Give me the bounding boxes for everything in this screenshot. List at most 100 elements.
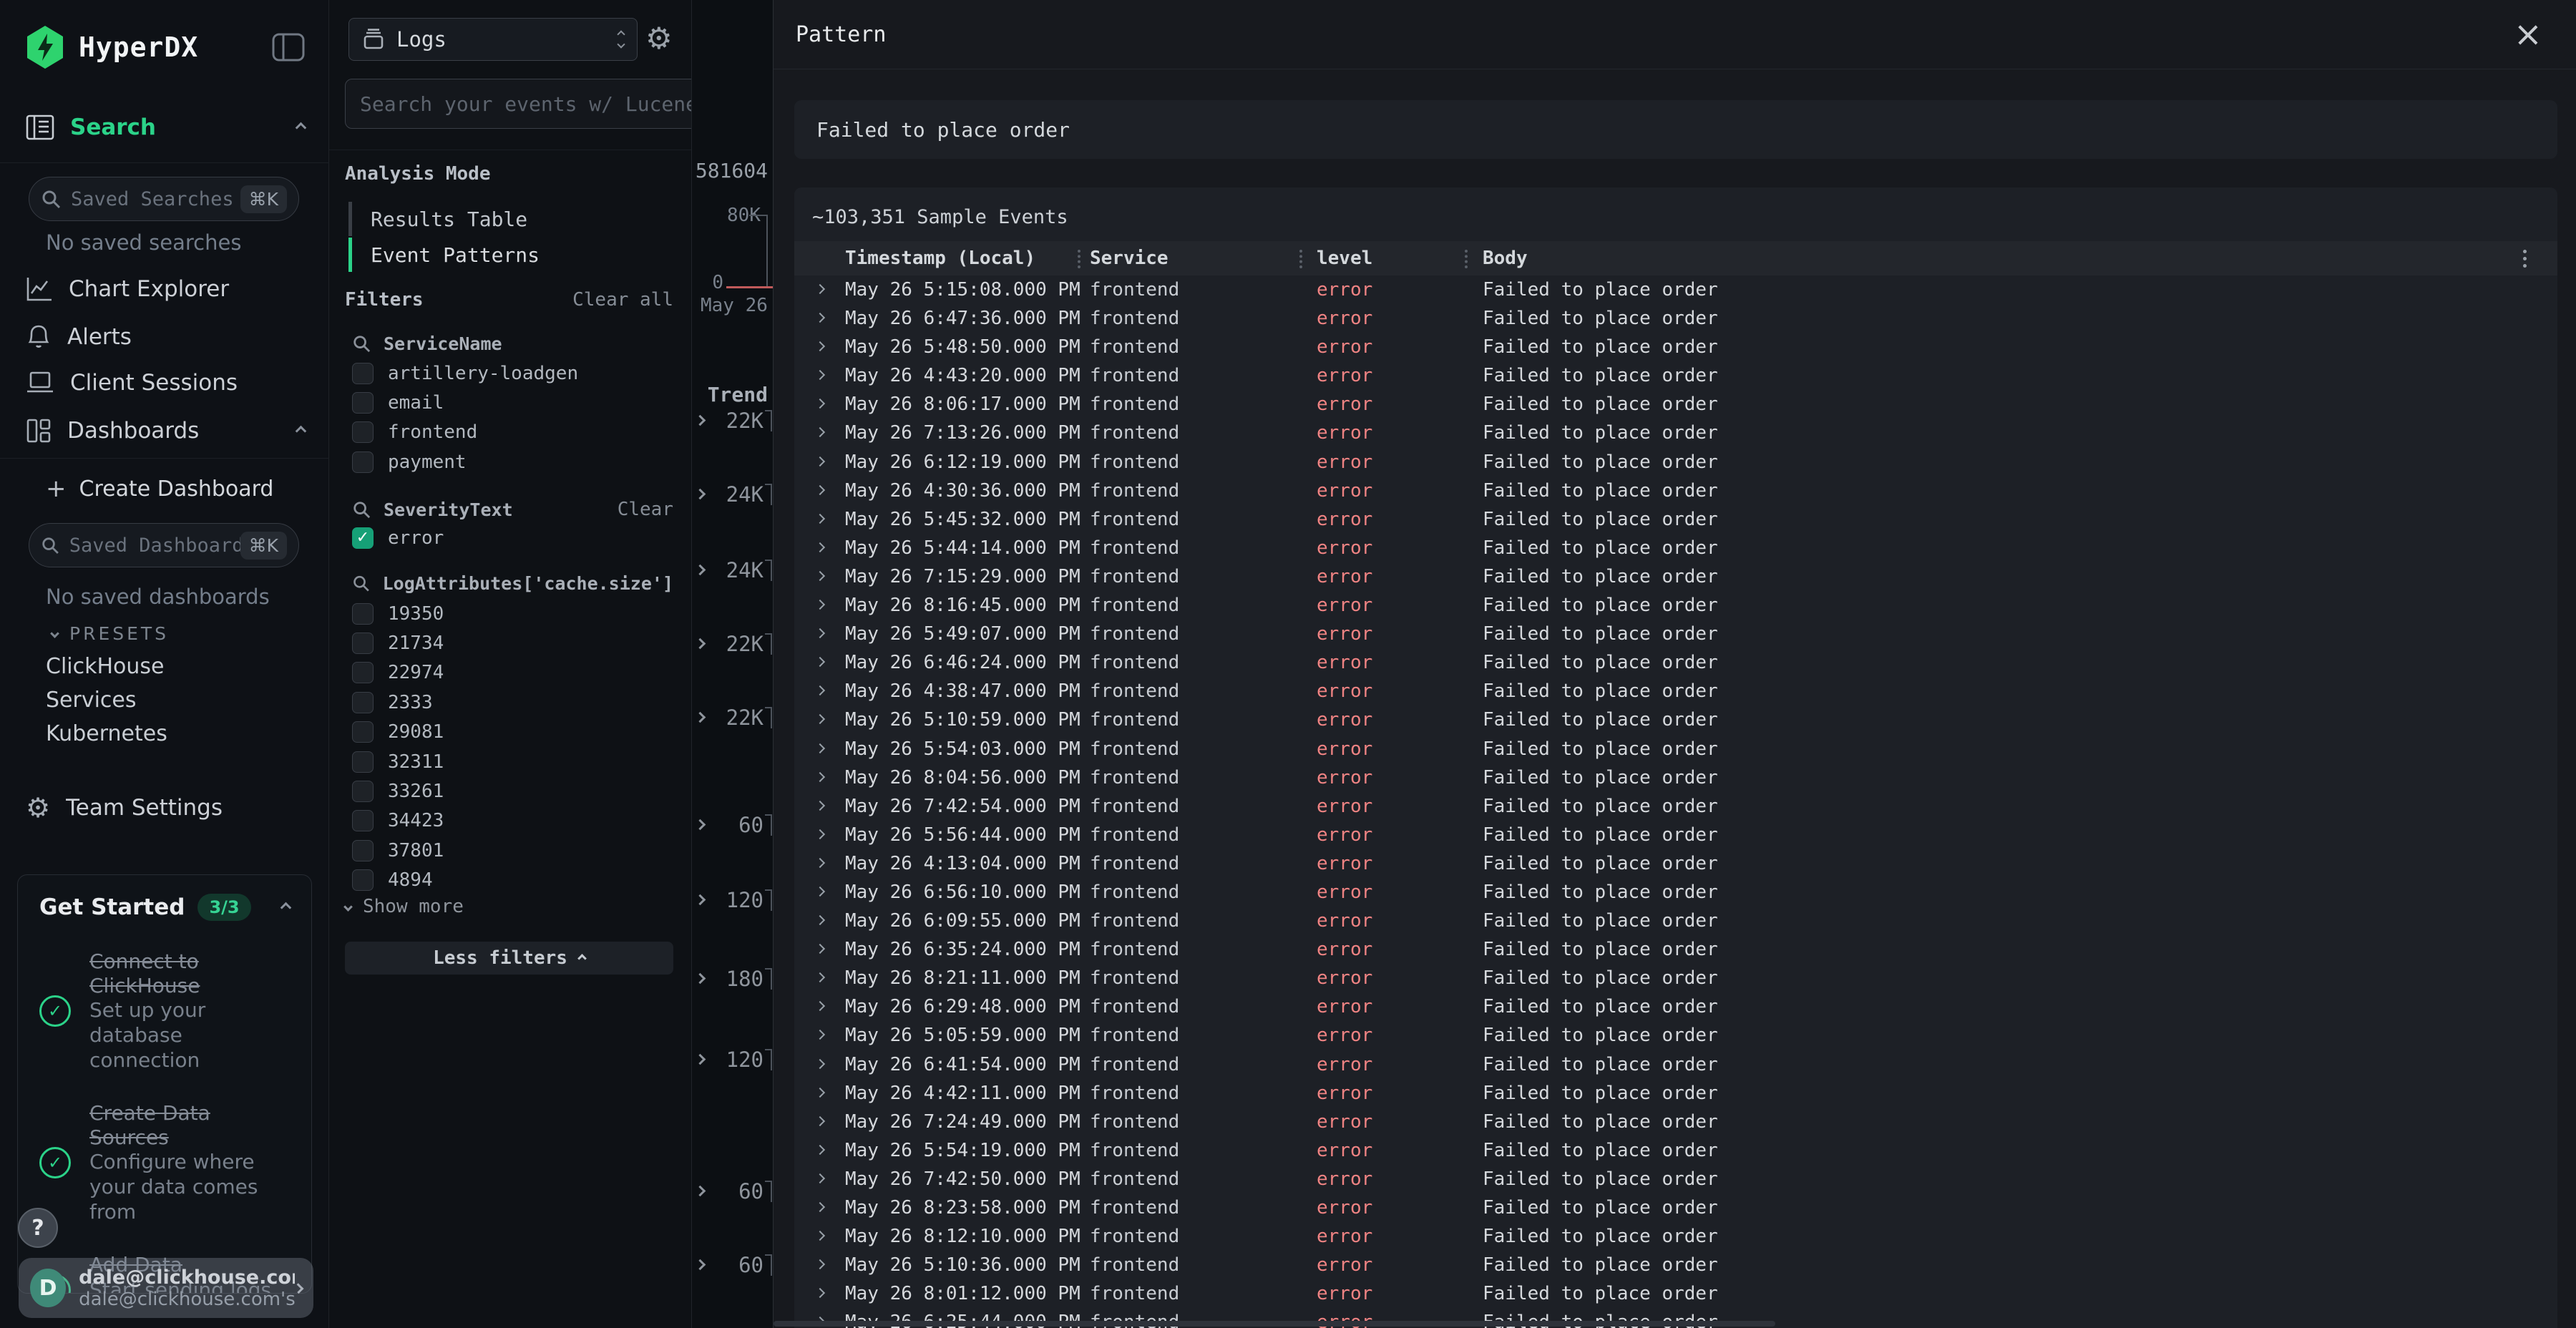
filter-option[interactable]: 29081	[352, 718, 673, 747]
horizontal-scrollbar[interactable]	[774, 1321, 1775, 1327]
preset-services[interactable]: Services	[46, 684, 282, 716]
sample-event-row[interactable]: May 26 6:46:24.000 PMfrontenderrorFailed…	[794, 648, 2557, 677]
chevron-right-icon[interactable]	[815, 1231, 825, 1241]
get-started-item[interactable]: ✓ Create Data Sources Configure where yo…	[39, 1101, 290, 1224]
sample-event-row[interactable]: May 26 5:10:36.000 PMfrontenderrorFailed…	[794, 1251, 2557, 1279]
chevron-right-icon[interactable]	[815, 485, 825, 495]
checkbox[interactable]	[352, 451, 374, 473]
checkbox[interactable]	[352, 721, 374, 743]
chevron-right-icon[interactable]	[695, 638, 706, 650]
pattern-row[interactable]: 22K	[692, 703, 774, 733]
chevron-right-icon[interactable]	[815, 514, 825, 524]
chevron-right-icon[interactable]	[815, 341, 825, 351]
chevron-right-icon[interactable]	[815, 1001, 825, 1011]
chevron-right-icon[interactable]	[695, 415, 706, 426]
checkbox[interactable]	[352, 633, 374, 654]
chevron-right-icon[interactable]	[815, 657, 825, 667]
pattern-row[interactable]: 22K	[692, 406, 774, 436]
sample-event-row[interactable]: May 26 8:12:10.000 PMfrontenderrorFailed…	[794, 1222, 2557, 1251]
checkbox[interactable]	[352, 662, 374, 683]
filter-option[interactable]: 32311	[352, 747, 673, 776]
column-resize-handle[interactable]	[1299, 250, 1302, 268]
filter-option[interactable]: 37801	[352, 836, 673, 865]
checkbox[interactable]	[352, 810, 374, 831]
clear-link[interactable]: Clear	[618, 499, 673, 520]
sample-event-row[interactable]: May 26 5:56:44.000 PMfrontenderrorFailed…	[794, 821, 2557, 849]
chevron-right-icon[interactable]	[815, 972, 825, 982]
filter-option[interactable]: 22974	[352, 658, 673, 688]
pattern-row[interactable]: 120	[692, 885, 774, 915]
chevron-right-icon[interactable]	[815, 1116, 825, 1126]
chevron-right-icon[interactable]	[815, 858, 825, 868]
chevron-right-icon[interactable]	[815, 427, 825, 437]
chevron-right-icon[interactable]	[815, 887, 825, 897]
filter-option[interactable]: payment	[352, 447, 673, 477]
chevron-right-icon[interactable]	[815, 743, 825, 753]
filter-option[interactable]: ✓error	[352, 523, 673, 552]
sample-event-row[interactable]: May 26 7:13:26.000 PMfrontenderrorFailed…	[794, 419, 2557, 447]
checkbox[interactable]	[352, 692, 374, 713]
chevron-right-icon[interactable]	[815, 1030, 825, 1040]
pattern-row[interactable]: 120	[692, 1045, 774, 1075]
checkbox[interactable]	[352, 840, 374, 861]
filter-option[interactable]: frontend	[352, 418, 673, 447]
checkbox[interactable]	[352, 421, 374, 443]
filter-option[interactable]: 34423	[352, 806, 673, 836]
sample-event-row[interactable]: May 26 6:12:19.000 PMfrontenderrorFailed…	[794, 448, 2557, 477]
sample-event-row[interactable]: May 26 8:06:17.000 PMfrontenderrorFailed…	[794, 390, 2557, 419]
chevron-up-icon[interactable]	[280, 902, 292, 913]
pattern-row[interactable]: 60	[692, 810, 774, 840]
filter-option[interactable]: 4894	[352, 866, 673, 895]
sample-event-row[interactable]: May 26 7:42:54.000 PMfrontenderrorFailed…	[794, 792, 2557, 821]
chevron-right-icon[interactable]	[815, 284, 825, 294]
chevron-right-icon[interactable]	[815, 571, 825, 581]
sample-event-row[interactable]: May 26 4:38:47.000 PMfrontenderrorFailed…	[794, 677, 2557, 706]
checkbox[interactable]	[352, 751, 374, 773]
chevron-right-icon[interactable]	[695, 712, 706, 723]
filter-option[interactable]: 33261	[352, 776, 673, 806]
chevron-right-icon[interactable]	[815, 801, 825, 811]
chevron-right-icon[interactable]	[815, 1202, 825, 1212]
chevron-right-icon[interactable]	[815, 628, 825, 638]
sample-event-row[interactable]: May 26 8:21:11.000 PMfrontenderrorFailed…	[794, 964, 2557, 992]
chevron-right-icon[interactable]	[815, 1288, 825, 1298]
sample-event-row[interactable]: May 26 5:15:08.000 PMfrontenderrorFailed…	[794, 275, 2557, 304]
sample-event-row[interactable]: May 26 8:23:58.000 PMfrontenderrorFailed…	[794, 1193, 2557, 1222]
sample-event-row[interactable]: May 26 4:13:04.000 PMfrontenderrorFailed…	[794, 849, 2557, 878]
sample-event-row[interactable]: May 26 5:10:59.000 PMfrontenderrorFailed…	[794, 706, 2557, 734]
checkbox[interactable]	[352, 392, 374, 414]
chevron-right-icon[interactable]	[695, 1054, 706, 1065]
column-header-service[interactable]: Service	[1090, 241, 1169, 275]
sidebar-item-team-settings[interactable]: ⚙ Team Settings	[26, 789, 305, 826]
column-header-body[interactable]: Body	[1483, 241, 1528, 275]
checkbox-checked[interactable]: ✓	[352, 527, 374, 549]
column-resize-handle[interactable]	[1465, 250, 1468, 268]
user-menu[interactable]: D dale@clickhouse.com dale@clickhouse.co…	[19, 1258, 313, 1318]
sample-event-row[interactable]: May 26 6:47:36.000 PMfrontenderrorFailed…	[794, 304, 2557, 333]
table-options-kebab-icon[interactable]	[2514, 248, 2534, 268]
presets-toggle[interactable]: PRESETS	[52, 621, 288, 645]
help-button[interactable]: ?	[18, 1208, 58, 1248]
sample-event-row[interactable]: May 26 6:56:10.000 PMfrontenderrorFailed…	[794, 878, 2557, 907]
checkbox[interactable]	[352, 869, 374, 891]
sample-event-row[interactable]: May 26 7:24:49.000 PMfrontenderrorFailed…	[794, 1108, 2557, 1136]
sample-event-row[interactable]: May 26 4:43:20.000 PMfrontenderrorFailed…	[794, 361, 2557, 390]
sidebar-collapse-icon[interactable]	[272, 33, 305, 62]
chevron-right-icon[interactable]	[815, 600, 825, 610]
filter-option[interactable]: 21734	[352, 628, 673, 658]
chevron-right-icon[interactable]	[815, 772, 825, 782]
sample-event-row[interactable]: May 26 5:54:03.000 PMfrontenderrorFailed…	[794, 735, 2557, 763]
sidebar-item-chart-explorer[interactable]: Chart Explorer	[26, 270, 305, 308]
chevron-right-icon[interactable]	[815, 1088, 825, 1098]
sample-event-row[interactable]: May 26 5:48:50.000 PMfrontenderrorFailed…	[794, 333, 2557, 361]
sample-event-row[interactable]: May 26 7:42:50.000 PMfrontenderrorFailed…	[794, 1165, 2557, 1193]
sample-event-row[interactable]: May 26 5:45:32.000 PMfrontenderrorFailed…	[794, 505, 2557, 534]
checkbox[interactable]	[352, 603, 374, 625]
column-header-timestamp[interactable]: Timestamp (Local)	[845, 241, 1035, 275]
checkbox[interactable]	[352, 363, 374, 384]
create-dashboard-button[interactable]: + Create Dashboard	[46, 472, 289, 505]
column-resize-handle[interactable]	[1078, 250, 1080, 268]
chevron-right-icon[interactable]	[815, 1058, 825, 1068]
chevron-right-icon[interactable]	[695, 565, 706, 576]
sample-event-row[interactable]: May 26 6:41:54.000 PMfrontenderrorFailed…	[794, 1050, 2557, 1079]
